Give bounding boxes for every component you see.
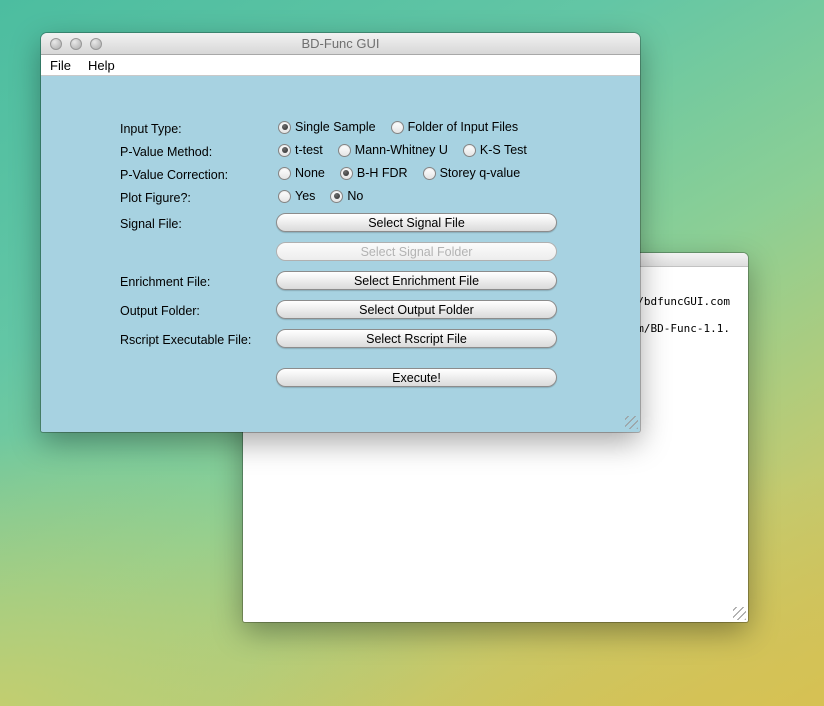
radio-icon [278,189,291,203]
execute-button[interactable]: Execute! [276,368,557,387]
radio-icon [278,166,291,180]
menu-help[interactable]: Help [88,58,124,73]
select-rscript-file-button[interactable]: Select Rscript File [276,329,557,348]
radio-single-sample[interactable]: Single Sample [278,120,376,134]
radio-yes[interactable]: Yes [278,189,315,203]
radio-icon [337,143,351,157]
output-folder-label: Output Folder: [120,304,200,318]
titlebar[interactable]: BD-Func GUI [41,33,640,55]
select-signal-file-button[interactable]: Select Signal File [276,213,557,232]
radio-t-test[interactable]: t-test [278,143,323,157]
close-button[interactable] [50,38,62,50]
radio-folder-of-input-files[interactable]: Folder of Input Files [390,120,518,134]
resize-grip-icon[interactable] [625,416,638,429]
menubar: File Help [41,55,640,76]
plot-figure-label: Plot Figure?: [120,191,191,205]
select-output-folder-button[interactable]: Select Output Folder [276,300,557,319]
menu-file[interactable]: File [50,58,80,73]
pvalue-correction-label: P-Value Correction: [120,168,229,182]
radio-icon [462,143,476,157]
radio-no[interactable]: No [330,189,363,203]
plot-figure-radio-group: Yes No [278,189,363,203]
pvalue-method-radio-group: t-test Mann-Whitney U K-S Test [278,143,527,157]
select-enrichment-file-button[interactable]: Select Enrichment File [276,271,557,290]
select-signal-folder-button[interactable]: Select Signal Folder [276,242,557,261]
background-window-text-line: n/bdfuncGUI.com [630,295,730,308]
background-window-text-line: mm/BD-Func-1.1. [630,322,730,335]
form-area: Input Type: Single Sample Folder of Inpu… [41,76,640,431]
radio-storey-q-value[interactable]: Storey q-value [422,166,520,180]
radio-icon [422,166,436,180]
pvalue-correction-radio-group: None B-H FDR Storey q-value [278,166,520,180]
input-type-radio-group: Single Sample Folder of Input Files [278,120,518,134]
resize-grip-icon[interactable] [733,607,746,620]
radio-icon [330,189,344,203]
radio-icon [339,166,353,180]
pvalue-method-label: P-Value Method: [120,145,213,159]
radio-bh-fdr[interactable]: B-H FDR [339,166,408,180]
radio-none[interactable]: None [278,166,325,180]
signal-file-label: Signal File: [120,217,182,231]
window-controls [50,38,102,50]
radio-mann-whitney-u[interactable]: Mann-Whitney U [337,143,448,157]
zoom-button[interactable] [90,38,102,50]
radio-icon [278,120,291,134]
enrichment-file-label: Enrichment File: [120,275,211,289]
rscript-file-label: Rscript Executable File: [120,333,252,347]
radio-icon [278,143,291,157]
radio-ks-test[interactable]: K-S Test [462,143,527,157]
window-title: BD-Func GUI [301,36,380,51]
minimize-button[interactable] [70,38,82,50]
radio-icon [390,120,404,134]
bdfunc-gui-window: BD-Func GUI File Help Input Type: Single… [41,33,640,432]
input-type-label: Input Type: [120,122,182,136]
